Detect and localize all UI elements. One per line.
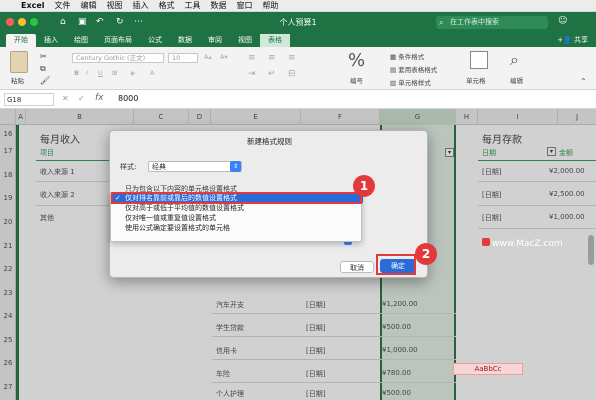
mac-menubar: Excel 文件 编辑 视图 插入 格式 工具 数据 窗口 帮助 [0,0,596,12]
font-size-select[interactable]: 10 [168,53,198,63]
underline-icon[interactable]: U [98,69,103,77]
style-label: 样式: [120,163,137,171]
rule-option-use-formula[interactable]: 使用公式确定要设置格式的单元格 [111,224,363,233]
add-person-icon: +👤 [557,36,574,44]
user-icon[interactable]: ☺ [558,16,567,26]
menu-edit[interactable]: 编辑 [76,0,102,12]
font-name-select[interactable]: Century Gothic (正文) [72,53,164,63]
paste-label: 粘贴 [11,77,24,85]
collapse-ribbon-icon[interactable]: ⌃ [580,77,587,86]
tab-view[interactable]: 视图 [230,34,260,47]
formula-input[interactable]: 8000 [118,94,138,103]
format-preview: AaBbCc [453,363,523,375]
format-as-table-button[interactable]: ▤ 套用表格格式 [390,64,437,74]
style-select[interactable]: 经典 ⇕ [148,161,242,172]
chevron-updown-icon: ⇕ [230,161,241,172]
clipboard-icon[interactable] [10,51,28,73]
name-box[interactable]: G18 [4,93,54,106]
find-icon[interactable]: ⌕ [510,50,519,70]
formula-bar: G18 ✕ ✓ fx 8000 [0,90,596,109]
share-button[interactable]: +👤 共享 [557,34,588,47]
share-label: 共享 [574,36,588,44]
watermark-logo-icon [482,238,490,246]
cell-styles-label: 单元格样式 [398,79,431,87]
format-painter-icon[interactable]: 🖌 [40,76,50,85]
menu-help[interactable]: 帮助 [258,0,284,12]
ribbon-home: 粘贴 ✂ ⧉ 🖌 Century Gothic (正文) 10 A▴ A▾ B … [0,47,596,90]
conditional-format-label: 条件格式 [398,53,425,61]
tab-review[interactable]: 审阅 [200,34,230,47]
cells-label: 单元格 [466,77,486,85]
highlight-box-2 [376,254,416,275]
percent-icon[interactable]: % [348,50,365,71]
merge-icon[interactable]: ⊟ [288,69,296,79]
step-badge-1: 1 [353,175,375,197]
align-right-icon[interactable]: ≡ [288,53,296,63]
menu-format[interactable]: 格式 [154,0,180,12]
watermark-text: www.MacZ.com [492,239,563,249]
number-label: 编号 [350,77,363,85]
highlight-box-1 [111,192,362,204]
tab-page-layout[interactable]: 页面布局 [96,34,140,47]
menu-tools[interactable]: 工具 [180,0,206,12]
italic-icon[interactable]: I [86,69,88,77]
ribbon-tabs: 开始 插入 绘图 页面布局 公式 数据 审阅 视图 表格 +👤 共享 [0,34,596,47]
menu-view[interactable]: 视图 [102,0,128,12]
align-center-icon[interactable]: ≡ [268,53,276,63]
window-titlebar: ⌂ ▣ ↶ ↻ ⋯ 个人预算1 ⌕ 在工作表中搜索 ☺ [0,12,596,34]
conditional-format-button[interactable]: ▦ 条件格式 [390,51,424,61]
tab-insert[interactable]: 插入 [36,34,66,47]
rule-option-above-below-average[interactable]: 仅对高于或低于平均值的数值设置格式 [111,204,363,213]
menu-file[interactable]: 文件 [50,0,76,12]
edit-label: 编辑 [510,77,523,85]
tab-data[interactable]: 数据 [170,34,200,47]
cell-styles-icon: ▥ [390,79,399,87]
style-value: 经典 [152,163,166,171]
menu-insert[interactable]: 插入 [128,0,154,12]
search-input[interactable]: ⌕ 在工作表中搜索 [436,16,548,29]
step-badge-2: 2 [415,243,437,265]
font-color-icon[interactable]: A [150,69,154,77]
search-placeholder: 在工作表中搜索 [450,18,499,26]
cancel-edit-icon[interactable]: ✕ [62,94,69,103]
cell-styles-button[interactable]: ▥ 单元格样式 [390,77,431,87]
menu-app-excel[interactable]: Excel [16,0,50,12]
borders-icon[interactable]: ⊞ [112,69,117,77]
confirm-edit-icon[interactable]: ✓ [78,94,85,103]
cut-icon[interactable]: ✂ [40,52,47,61]
tab-home[interactable]: 开始 [6,34,36,47]
font-shrink-icon[interactable]: A▾ [220,53,228,61]
rule-option-unique-duplicate[interactable]: 仅对唯一值或重复值设置格式 [111,214,363,223]
format-as-table-label: 套用表格格式 [398,66,438,74]
cancel-button[interactable]: 取消 [340,261,374,273]
menu-data[interactable]: 数据 [206,0,232,12]
menu-window[interactable]: 窗口 [232,0,258,12]
wrap-text-icon[interactable]: ↵ [268,69,276,79]
bold-icon[interactable]: B [74,69,79,77]
cells-icon[interactable] [470,51,488,69]
tab-draw[interactable]: 绘图 [66,34,96,47]
search-icon: ⌕ [439,18,444,27]
fill-color-icon[interactable]: ◈ [130,69,135,77]
table-format-icon: ▤ [390,66,399,74]
dialog-title: 新建格式规则 [247,137,292,146]
copy-icon[interactable]: ⧉ [40,64,46,74]
indent-icon[interactable]: ⇥ [248,69,256,79]
conditional-format-icon: ▦ [390,53,399,61]
font-grow-icon[interactable]: A▴ [204,53,212,61]
function-icon[interactable]: fx [95,93,104,103]
align-left-icon[interactable]: ≡ [248,53,256,63]
tab-table[interactable]: 表格 [260,34,290,47]
tab-formulas[interactable]: 公式 [140,34,170,47]
watermark: www.MacZ.com [482,238,563,249]
